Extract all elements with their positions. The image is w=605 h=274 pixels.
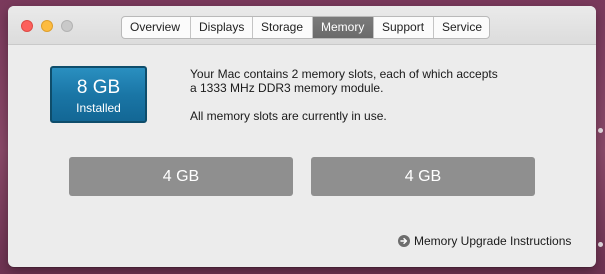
memory-description-line-1: Your Mac contains 2 memory slots, each o…: [190, 67, 498, 81]
installed-memory-label: Installed: [76, 101, 121, 115]
close-button[interactable]: [21, 20, 33, 32]
tab-displays[interactable]: Displays: [191, 17, 253, 38]
tab-service[interactable]: Service: [434, 17, 489, 38]
about-this-mac-window: Overview Displays Storage Memory Support…: [8, 6, 596, 267]
tab-overview[interactable]: Overview: [122, 17, 191, 38]
tab-support[interactable]: Support: [374, 17, 434, 38]
memory-slots-status: All memory slots are currently in use.: [190, 109, 387, 123]
tab-memory[interactable]: Memory: [313, 17, 374, 38]
title-bar: Overview Displays Storage Memory Support…: [8, 6, 596, 45]
tab-bar: Overview Displays Storage Memory Support…: [121, 16, 490, 39]
memory-panel: 8 GB Installed Your Mac contains 2 memor…: [8, 45, 596, 267]
memory-description-line-2: a 1333 MHz DDR3 memory module.: [190, 81, 384, 95]
background-speck: [598, 128, 603, 133]
memory-slot-1: 4 GB: [69, 157, 293, 196]
background-speck: [598, 242, 603, 247]
zoom-button[interactable]: [61, 20, 73, 32]
tab-storage[interactable]: Storage: [253, 17, 313, 38]
memory-description: Your Mac contains 2 memory slots, each o…: [190, 67, 550, 123]
minimize-button[interactable]: [41, 20, 53, 32]
memory-upgrade-instructions-label: Memory Upgrade Instructions: [414, 234, 572, 248]
installed-memory-badge: 8 GB Installed: [50, 66, 147, 123]
arrow-circle-right-icon: [398, 235, 410, 247]
memory-slot-2: 4 GB: [311, 157, 535, 196]
installed-memory-size: 8 GB: [76, 77, 121, 98]
memory-upgrade-instructions-link[interactable]: Memory Upgrade Instructions: [398, 234, 571, 248]
